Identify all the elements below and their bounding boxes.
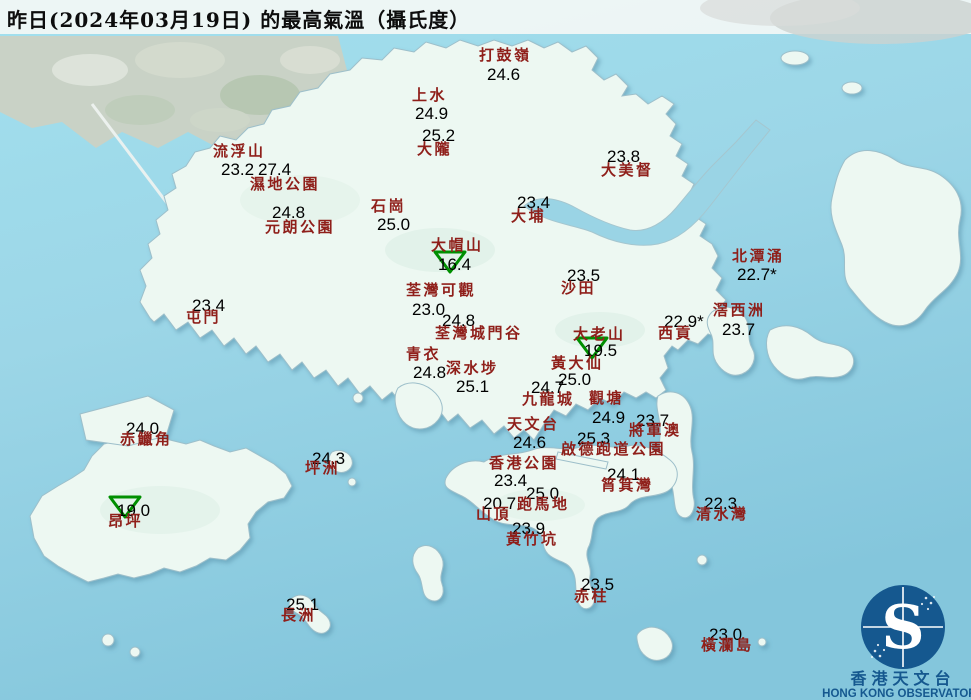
station-value-label: 24.6 (487, 65, 521, 84)
station-value-label: 24.9 (415, 104, 449, 123)
station-name-label: 大美督 (601, 161, 654, 179)
station-name-label: 荃灣城門谷 (435, 324, 523, 342)
hko-max-temperature-map-page: S 香港天文台 HONG KONG OBSERVATORY 昨日(2024年03… (0, 0, 971, 700)
station-name-label: 荃灣可觀 (406, 281, 477, 299)
station-name-label: 大埔 (511, 207, 547, 225)
station-name-label: 西貢 (658, 324, 694, 342)
station-value-label: 23.0 (412, 300, 446, 319)
station-name-label: 跑馬地 (517, 495, 570, 513)
station-name-label: 赤鱲角 (120, 430, 173, 448)
station-name-label: 屯門 (186, 308, 222, 326)
station-name-label: 北潭涌 (732, 247, 785, 265)
station-name-label: 黃竹坑 (506, 530, 559, 548)
station-value-label: 16.4 (438, 255, 472, 274)
station-value-label: 25.1 (456, 377, 490, 396)
station-name-label: 長洲 (281, 606, 317, 624)
station-name-label: 筲箕灣 (601, 476, 654, 494)
station-name-label: 大老山 (573, 325, 626, 343)
station-name-label: 青衣 (406, 345, 442, 363)
station-name-label: 觀塘 (589, 389, 625, 407)
station-value-label: 25.0 (377, 215, 411, 234)
station-value-label: 24.9 (592, 408, 626, 427)
station-value-label: 24.8 (413, 363, 447, 382)
station-name-label: 沙田 (561, 279, 597, 297)
station-name-label: 滘西洲 (713, 301, 766, 319)
station-name-label: 昂坪 (108, 512, 144, 530)
station-value-label: 22.7* (737, 265, 777, 284)
station-value-label: 23.7 (722, 320, 756, 339)
station-name-label: 將軍澳 (629, 421, 682, 439)
station-name-label: 啟德跑道公園 (561, 440, 667, 458)
station-name-label: 天文台 (507, 415, 560, 433)
station-name-label: 濕地公園 (250, 175, 321, 193)
station-name-label: 流浮山 (213, 142, 266, 160)
station-name-label: 石崗 (371, 197, 407, 215)
station-name-label: 橫瀾島 (701, 636, 754, 654)
station-name-label: 黃大仙 (551, 354, 604, 372)
station-name-label: 赤柱 (574, 587, 610, 605)
station-labels-layer: 打鼓嶺 24.6 上水 24.9 25.2 大隴 流浮山 23.2 27.4 濕地公園 24.8 元朗… (0, 0, 971, 700)
station-value-label: 23.4 (494, 471, 528, 490)
station-name-label: 香港公園 (489, 454, 560, 472)
station-name-label: 打鼓嶺 (479, 46, 532, 64)
station-name-label: 山頂 (476, 505, 512, 523)
station-name-label: 坪洲 (305, 459, 341, 477)
station-value-label: 24.6 (513, 433, 547, 452)
station-name-label: 九龍城 (522, 390, 575, 408)
station-name-label: 大帽山 (431, 236, 484, 254)
station-name-label: 大隴 (417, 140, 453, 158)
station-name-label: 清水灣 (696, 505, 749, 523)
station-name-label: 上水 (412, 86, 448, 104)
station-name-label: 元朗公園 (265, 218, 336, 236)
station-name-label: 深水埗 (446, 359, 499, 377)
